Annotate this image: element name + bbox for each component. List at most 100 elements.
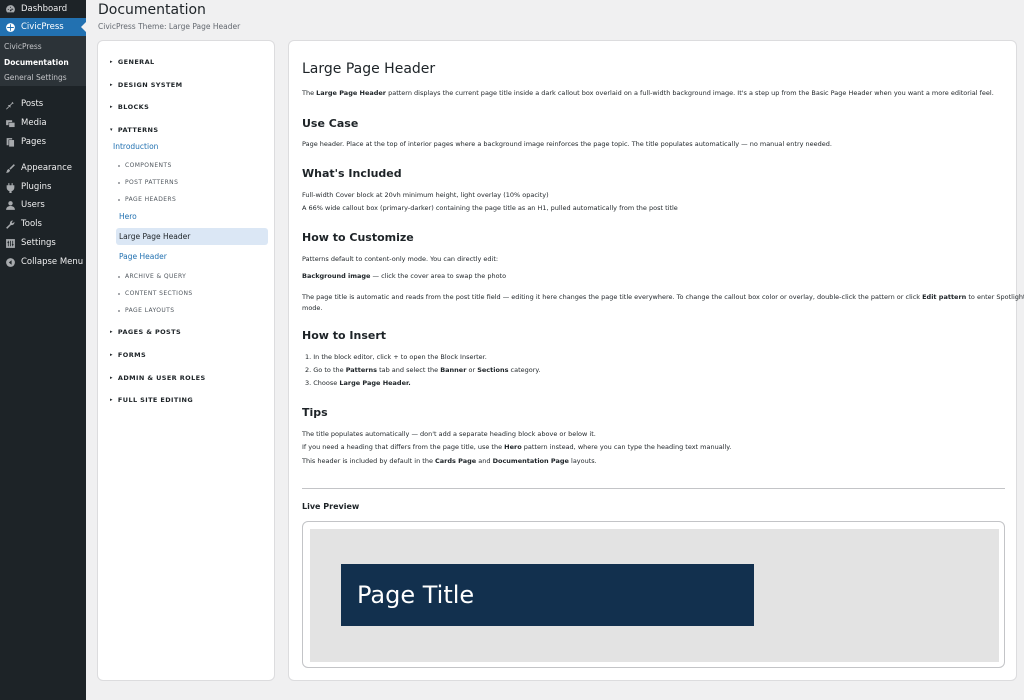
nav-section-general[interactable]: ▸ GENERAL xyxy=(110,58,155,66)
nav-section-label: PATTERNS xyxy=(117,126,159,134)
bullet-icon xyxy=(118,309,120,312)
nav-sub-content-sections[interactable]: CONTENT SECTIONS xyxy=(118,290,193,297)
menu-label: Media xyxy=(21,118,47,128)
tip-2: If you need a heading that differs from … xyxy=(302,443,731,451)
bullet-icon xyxy=(118,181,120,184)
heading-use-case: Use Case xyxy=(302,117,359,130)
step2-pre: 2. Go to the xyxy=(305,366,346,374)
triangle-right-icon: ▸ xyxy=(110,329,113,335)
admin-sidebar: Dashboard CivicPress CivicPress Document… xyxy=(0,0,86,700)
tip2-post: pattern instead, where you can type the … xyxy=(521,443,732,451)
intro-bold: Large Page Header xyxy=(316,89,387,97)
menu-label: Tools xyxy=(21,219,42,229)
nav-section-admin-roles[interactable]: ▸ ADMIN & USER ROLES xyxy=(110,374,206,382)
menu-pages[interactable]: Pages xyxy=(0,133,86,151)
use-case-text: Page header. Place at the top of interio… xyxy=(302,140,832,148)
nav-section-label: FORMS xyxy=(117,351,147,359)
nav-section-fse[interactable]: ▸ FULL SITE EDITING xyxy=(110,396,193,404)
menu-collapse[interactable]: Collapse Menu xyxy=(0,253,86,271)
divider xyxy=(302,488,1005,489)
nav-link-large-page-header[interactable]: Large Page Header xyxy=(116,228,268,245)
tip3-documentation: Documentation Page xyxy=(492,457,569,465)
wrench-icon xyxy=(2,219,18,230)
page-title: Documentation xyxy=(98,2,206,18)
menu-settings[interactable]: Settings xyxy=(0,234,86,252)
step2-banner: Banner xyxy=(440,366,467,374)
bullet-icon xyxy=(118,198,120,201)
preview-callout-title: Page Title xyxy=(357,581,475,609)
nav-sub-page-layouts[interactable]: PAGE LAYOUTS xyxy=(118,307,174,314)
insert-step-2: 2. Go to the Patterns tab and select the… xyxy=(305,366,540,374)
menu-dashboard[interactable]: Dashboard xyxy=(0,0,86,18)
nav-section-label: BLOCKS xyxy=(117,103,150,111)
nav-section-pages-posts[interactable]: ▸ PAGES & POSTS xyxy=(110,328,181,336)
submenu-civicpress[interactable]: CivicPress xyxy=(4,42,42,51)
step2-or: or xyxy=(466,366,478,374)
heading-whats-included: What's Included xyxy=(302,167,402,180)
menu-label: Appearance xyxy=(21,163,73,173)
tip3-cards: Cards Page xyxy=(435,457,477,465)
triangle-right-icon: ▸ xyxy=(110,375,113,381)
nav-sub-label: ARCHIVE & QUERY xyxy=(125,273,187,280)
menu-users[interactable]: Users xyxy=(0,196,86,214)
intro-paragraph: The Large Page Header pattern displays t… xyxy=(302,89,994,97)
menu-label: Users xyxy=(21,200,45,210)
triangle-right-icon: ▸ xyxy=(110,59,113,65)
step2-sections: Sections xyxy=(477,366,509,374)
submenu-documentation[interactable]: Documentation xyxy=(4,58,69,67)
background-bold: Background image xyxy=(302,272,371,280)
heading-how-to-customize: How to Customize xyxy=(302,231,414,244)
nav-sub-components[interactable]: COMPONENTS xyxy=(118,162,172,169)
civicpress-icon xyxy=(2,22,18,33)
tip-3: This header is included by default in th… xyxy=(302,457,597,465)
nav-sub-page-headers[interactable]: PAGE HEADERS xyxy=(118,196,176,203)
nav-section-forms[interactable]: ▸ FORMS xyxy=(110,351,146,359)
step2-post: category. xyxy=(508,366,541,374)
intro-pre: The xyxy=(302,89,317,97)
menu-label: CivicPress xyxy=(21,22,64,32)
nav-link-hero[interactable]: Hero xyxy=(119,212,137,221)
nav-section-blocks[interactable]: ▸ BLOCKS xyxy=(110,103,149,111)
nav-section-label: ADMIN & USER ROLES xyxy=(117,374,206,382)
nav-section-label: DESIGN SYSTEM xyxy=(117,81,183,89)
nav-sub-post-patterns[interactable]: POST PATTERNS xyxy=(118,179,178,186)
plug-icon xyxy=(2,182,18,193)
triangle-right-icon: ▸ xyxy=(110,82,113,88)
insert-step-1: 1. In the block editor, click + to open … xyxy=(305,353,487,361)
pin-icon xyxy=(2,99,18,110)
nav-sub-label: CONTENT SECTIONS xyxy=(125,290,193,297)
menu-label: Posts xyxy=(21,99,44,109)
included-item-2: A 66% wide callout box (primary-darker) … xyxy=(302,204,678,212)
nav-section-design-system[interactable]: ▸ DESIGN SYSTEM xyxy=(110,81,183,89)
nav-sub-archive-query[interactable]: ARCHIVE & QUERY xyxy=(118,273,186,280)
triangle-right-icon: ▸ xyxy=(110,104,113,110)
menu-label: Dashboard xyxy=(21,4,68,14)
step2-patterns: Patterns xyxy=(345,366,377,374)
docs-nav-panel xyxy=(97,40,275,681)
nav-section-patterns[interactable]: ▾ PATTERNS xyxy=(110,126,158,134)
menu-posts[interactable]: Posts xyxy=(0,95,86,113)
dashboard-icon xyxy=(2,4,18,15)
nav-current-label: Large Page Header xyxy=(119,232,191,241)
menu-plugins[interactable]: Plugins xyxy=(0,178,86,196)
nav-link-page-header[interactable]: Page Header xyxy=(119,252,167,261)
menu-media[interactable]: Media xyxy=(0,114,86,132)
menu-appearance[interactable]: Appearance xyxy=(0,159,86,177)
included-item-1: Full-width Cover block at 20vh minimum h… xyxy=(302,191,549,199)
doc-title: Large Page Header xyxy=(302,61,436,77)
insert-step-3: 3. Choose Large Page Header. xyxy=(305,379,411,387)
submenu-general-settings[interactable]: General Settings xyxy=(4,73,67,82)
heading-how-to-insert: How to Insert xyxy=(302,329,387,342)
triangle-down-icon: ▾ xyxy=(110,127,113,133)
preview-callout-box: Page Title xyxy=(341,564,754,626)
nav-link-introduction[interactable]: Introduction xyxy=(113,142,158,151)
tip-1: The title populates automatically — don'… xyxy=(302,430,596,438)
menu-label: Settings xyxy=(21,238,56,248)
tip3-mid: and xyxy=(476,457,493,465)
menu-label: Plugins xyxy=(21,182,52,192)
menu-tools[interactable]: Tools xyxy=(0,215,86,233)
triangle-right-icon: ▸ xyxy=(110,397,113,403)
triangle-right-icon: ▸ xyxy=(110,352,113,358)
nav-section-label: FULL SITE EDITING xyxy=(117,396,194,404)
menu-civicpress[interactable]: CivicPress xyxy=(0,18,86,36)
